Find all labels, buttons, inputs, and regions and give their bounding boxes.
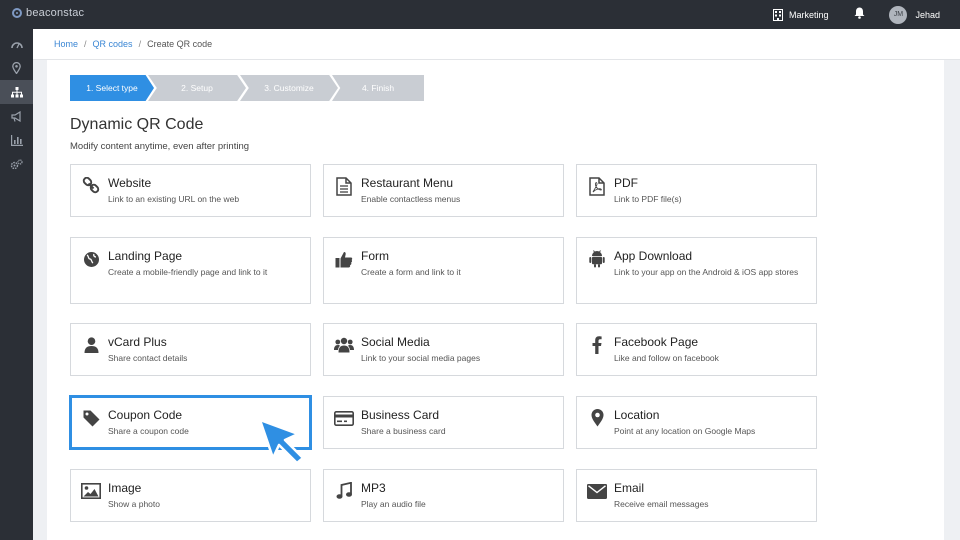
card-description: Like and follow on facebook (614, 353, 719, 363)
card-vcard-plus[interactable]: vCard Plus Share contact details (70, 323, 311, 376)
card-title: Social Media (361, 335, 430, 349)
map-marker-icon (587, 408, 607, 428)
card-mp3[interactable]: MP3 Play an audio file (323, 469, 564, 522)
thumbs-up-icon (334, 249, 354, 269)
sidebar-item-settings[interactable] (0, 152, 33, 176)
card-description: Link to PDF file(s) (614, 194, 682, 204)
step-select-type[interactable]: 1. Select type (70, 75, 154, 101)
card-description: Link to your social media pages (361, 353, 481, 363)
card-description: Create a form and link to it (361, 267, 461, 277)
image-icon (81, 481, 101, 501)
location-pin-icon (12, 62, 21, 74)
breadcrumb: Home / QR codes / Create QR code (33, 29, 960, 60)
card-title: MP3 (361, 481, 386, 495)
breadcrumb-separator: / (84, 39, 87, 49)
user-menu[interactable]: JM Jehad (889, 5, 940, 24)
card-social-media[interactable]: Social Media Link to your social media p… (323, 323, 564, 376)
step-setup[interactable]: 2. Setup (148, 75, 246, 101)
card-description: Link to an existing URL on the web (108, 194, 240, 204)
tag-icon (81, 408, 101, 428)
card-website[interactable]: Website Link to an existing URL on the w… (70, 164, 311, 217)
card-title: Restaurant Menu (361, 176, 454, 190)
card-title: Website (108, 176, 152, 190)
dashboard-icon (10, 42, 23, 49)
breadcrumb-separator: / (138, 39, 142, 49)
card-description: Receive email messages (614, 499, 709, 509)
organization-name: Marketing (788, 9, 829, 20)
card-description: Show a photo (108, 499, 160, 509)
card-title: Business Card (361, 408, 440, 422)
card-description: Share a business card (361, 426, 446, 436)
breadcrumb-current: Create QR code (147, 39, 213, 49)
settings-cogs-icon (10, 158, 23, 169)
building-icon (772, 8, 783, 21)
sidebar (0, 29, 33, 540)
avatar: JM (889, 5, 908, 24)
card-description: Play an audio file (361, 499, 426, 509)
card-description: Create a mobile-friendly page and link t… (108, 267, 268, 277)
card-title: Landing Page (108, 249, 183, 263)
beaconstac-logo[interactable]: beaconstac (12, 7, 84, 19)
business-card-icon (334, 408, 354, 428)
notifications-button[interactable] (854, 6, 865, 24)
card-facebook-page[interactable]: Facebook Page Like and follow on faceboo… (576, 323, 817, 376)
globe-icon (81, 249, 101, 269)
card-title: Form (361, 249, 389, 263)
card-form[interactable]: Form Create a form and link to it (323, 237, 564, 304)
megaphone-icon (10, 110, 21, 122)
card-description: Link to your app on the Android & iOS ap… (614, 267, 799, 277)
mouse-cursor-icon (258, 418, 305, 464)
main-panel: 1. Select type 2. Setup 3. Customize 4. … (47, 60, 944, 540)
card-business-card[interactable]: Business Card Share a business card (323, 396, 564, 449)
card-restaurant-menu[interactable]: Restaurant Menu Enable contactless menus (323, 164, 564, 217)
page-subtitle: Modify content anytime, even after print… (70, 141, 250, 152)
card-title: Facebook Page (614, 335, 699, 349)
card-pdf[interactable]: PDF Link to PDF file(s) (576, 164, 817, 217)
card-description: Point at any location on Google Maps (614, 426, 756, 436)
step-finish[interactable]: 4. Finish (332, 75, 424, 101)
sitemap-icon (10, 86, 23, 97)
card-title: Image (108, 481, 142, 495)
wizard-steps: 1. Select type 2. Setup 3. Customize 4. … (70, 75, 426, 101)
card-app-download[interactable]: App Download Link to your app on the And… (576, 237, 817, 304)
sidebar-item-qr-codes[interactable] (0, 80, 33, 104)
card-landing-page[interactable]: Landing Page Create a mobile-friendly pa… (70, 237, 311, 304)
card-location[interactable]: Location Point at any location on Google… (576, 396, 817, 449)
bell-icon (854, 7, 865, 19)
users-icon (334, 335, 354, 355)
sidebar-item-analytics[interactable] (0, 128, 33, 152)
logo-text: beaconstac (26, 7, 85, 19)
sidebar-item-dashboard[interactable] (0, 32, 33, 56)
envelope-icon (587, 481, 607, 501)
card-title: vCard Plus (108, 335, 167, 349)
card-title: Location (614, 408, 660, 422)
sidebar-item-campaigns[interactable] (0, 104, 33, 128)
beaconstac-logo-icon (12, 8, 22, 18)
pdf-file-icon (587, 176, 607, 196)
card-image[interactable]: Image Show a photo (70, 469, 311, 522)
analytics-icon (10, 134, 23, 146)
step-customize[interactable]: 3. Customize (240, 75, 338, 101)
music-icon (334, 481, 354, 501)
breadcrumb-home-link[interactable]: Home (54, 39, 78, 49)
page-title: Dynamic QR Code (70, 116, 204, 133)
breadcrumb-qr-codes-link[interactable]: QR codes (93, 39, 133, 49)
facebook-icon (587, 335, 607, 355)
sidebar-item-locations[interactable] (0, 56, 33, 80)
card-title: App Download (614, 249, 693, 263)
user-icon (81, 335, 101, 355)
card-description: Share contact details (108, 353, 188, 363)
user-name: Jehad (915, 9, 940, 20)
top-navbar: beaconstac Marketing JM Jehad (0, 0, 960, 29)
card-title: Email (614, 481, 645, 495)
organization-switcher[interactable]: Marketing (772, 8, 829, 21)
card-title: PDF (614, 176, 638, 190)
card-description: Enable contactless menus (361, 194, 461, 204)
android-icon (587, 249, 607, 269)
card-email[interactable]: Email Receive email messages (576, 469, 817, 522)
document-icon (334, 176, 354, 196)
link-icon (81, 176, 101, 196)
